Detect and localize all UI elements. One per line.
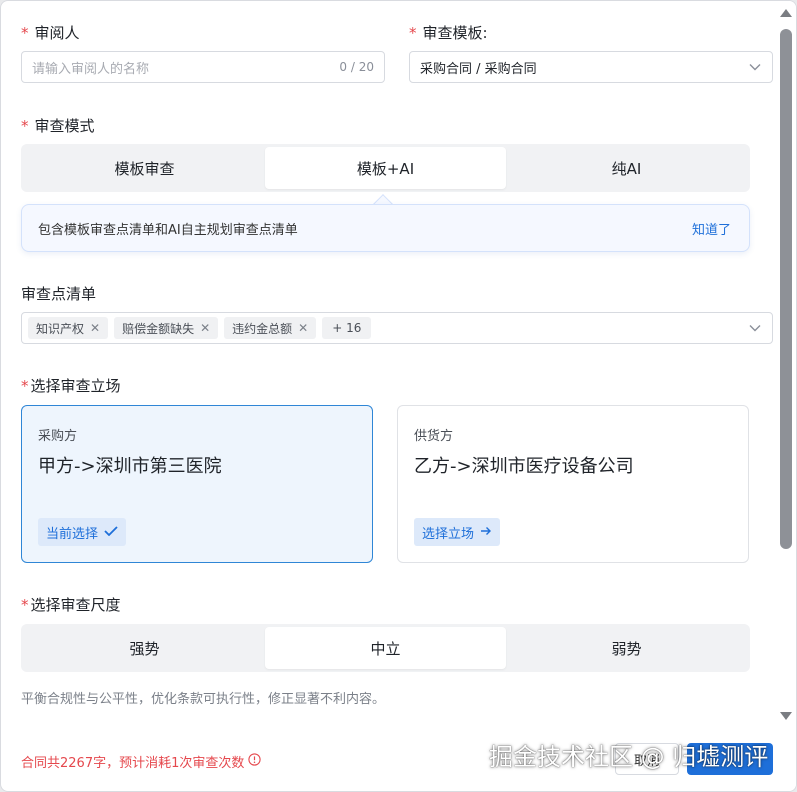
template-label-text: 审查模板:	[422, 24, 488, 42]
warning-text: 合同共2267字，预计消耗1次审查次数	[21, 756, 245, 771]
mode-option-template[interactable]: 模板审查	[24, 147, 265, 189]
mode-option-pure-ai[interactable]: 纯AI	[506, 147, 747, 189]
mode-tip-text: 包含模板审查点清单和AI自主规划审查点清单	[38, 222, 298, 238]
reviewer-label-text: 审阅人	[34, 24, 80, 42]
scale-option-neutral[interactable]: 中立	[265, 627, 506, 669]
checklist-select[interactable]: 知识产权 ✕ 赔偿金额缺失 ✕ 违约金总额 ✕ + 16	[21, 312, 773, 344]
tag-label: 知识产权	[36, 321, 85, 336]
select-position-button[interactable]: 选择立场	[414, 518, 501, 546]
checklist-tag: 赔偿金额缺失 ✕	[114, 317, 219, 339]
checklist-more-count[interactable]: + 16	[322, 317, 372, 339]
word-count-warning: 合同共2267字，预计消耗1次审查次数	[21, 752, 262, 771]
reviewer-placeholder: 请输入审阅人的名称	[32, 61, 150, 77]
required-mark: *	[21, 596, 29, 614]
tag-label: 赔偿金额缺失	[122, 321, 195, 336]
card-party: 甲方->深圳市第三医院	[38, 456, 222, 477]
close-icon[interactable]: ✕	[90, 321, 100, 335]
card-action-label: 选择立场	[422, 526, 475, 542]
required-mark: *	[21, 117, 29, 135]
checklist-label: 审查点清单	[21, 285, 97, 303]
mode-label: * 审查模式	[21, 115, 95, 136]
scale-segmented-control: 强势 中立 弱势	[21, 624, 750, 672]
cancel-button[interactable]: 取消	[615, 743, 679, 775]
mode-segmented-control: 模板审查 模板+AI 纯AI	[21, 144, 750, 192]
current-selection-button[interactable]: 当前选择	[38, 518, 127, 546]
template-select[interactable]: 采购合同 / 采购合同	[409, 51, 773, 83]
tag-label: 违约金总额	[232, 321, 293, 336]
required-mark: *	[21, 24, 29, 42]
scale-label-text: 选择审查尺度	[30, 596, 121, 614]
position-card-supplier[interactable]: 供货方 乙方->深圳市医疗设备公司 选择立场	[397, 405, 749, 563]
mode-tip: 包含模板审查点清单和AI自主规划审查点清单 知道了	[21, 204, 750, 252]
scale-option-strong[interactable]: 强势	[24, 627, 265, 669]
info-icon	[248, 753, 262, 770]
checklist-tag: 知识产权 ✕	[28, 317, 109, 339]
scale-label: * 选择审查尺度	[21, 594, 121, 615]
close-icon[interactable]: ✕	[200, 321, 210, 335]
chevron-down-icon	[748, 60, 762, 74]
required-mark: *	[409, 24, 417, 42]
template-label: * 审查模板:	[409, 22, 488, 43]
required-mark: *	[21, 377, 29, 395]
review-settings-dialog: * 审阅人 请输入审阅人的名称 0 / 20 * 审查模板: 采购合同 / 采购合同…	[0, 0, 797, 792]
scroll-down-icon[interactable]	[780, 712, 792, 720]
check-icon	[104, 525, 118, 540]
tip-dismiss-button[interactable]: 知道了	[692, 219, 731, 238]
chevron-down-icon	[748, 321, 762, 335]
position-card-buyer[interactable]: 采购方 甲方->深圳市第三医院 当前选择	[21, 405, 373, 563]
confirm-button[interactable]	[687, 743, 773, 775]
position-label-text: 选择审查立场	[30, 377, 121, 395]
arrow-right-icon	[480, 525, 492, 540]
reviewer-char-count: 0 / 20	[339, 60, 374, 74]
card-role: 采购方	[38, 429, 78, 444]
reviewer-input[interactable]: 请输入审阅人的名称 0 / 20	[21, 51, 385, 83]
scroll-up-icon[interactable]	[780, 9, 792, 17]
scale-hint: 平衡合规性与公平性，优化条款可执行性，修正显著不利内容。	[21, 692, 386, 707]
reviewer-label: * 审阅人	[21, 22, 80, 43]
card-party: 乙方->深圳市医疗设备公司	[414, 456, 634, 477]
checklist-tag: 违约金总额 ✕	[224, 317, 317, 339]
template-value: 采购合同 / 采购合同	[420, 61, 537, 77]
scale-option-weak[interactable]: 弱势	[506, 627, 747, 669]
position-label: * 选择审查立场	[21, 375, 121, 396]
mode-label-text: 审查模式	[34, 117, 95, 135]
close-icon[interactable]: ✕	[298, 321, 308, 335]
mode-option-template-ai[interactable]: 模板+AI	[265, 147, 506, 189]
card-role: 供货方	[414, 429, 454, 444]
scrollbar-thumb[interactable]	[780, 29, 792, 549]
card-action-label: 当前选择	[46, 526, 99, 542]
